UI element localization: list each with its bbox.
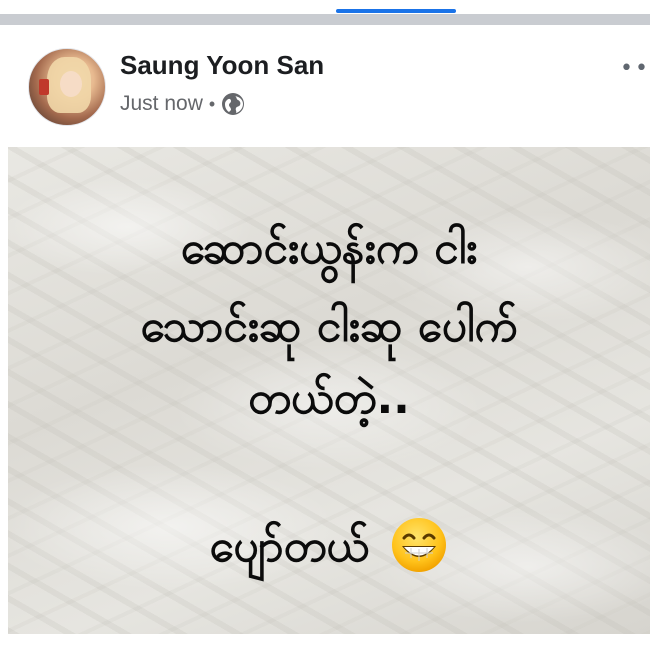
- post-text-line-4-text: ပျော်တယ်: [209, 521, 370, 572]
- avatar-phone: [39, 79, 49, 95]
- meta-separator: •: [208, 93, 216, 114]
- globe-icon[interactable]: [221, 92, 245, 116]
- post-meta: Just now •: [120, 92, 245, 116]
- avatar-face: [60, 71, 82, 97]
- post-text-line-4: ပျော်တယ်: [8, 518, 650, 583]
- post-text-line-3: တယ်တဲ့..: [248, 373, 410, 424]
- tab-bar: [0, 0, 650, 26]
- post-text-line-1: ဆောင်းယွန်းက ငါး: [180, 223, 478, 274]
- feed-post: Saung Yoon San Just now • ••• ဆောင်းယွန်…: [0, 26, 650, 650]
- author-name[interactable]: Saung Yoon San: [120, 50, 324, 81]
- author-avatar[interactable]: [28, 48, 106, 126]
- more-options-icon[interactable]: •••: [620, 56, 650, 81]
- post-text-line-2: သောင်းဆု ငါးဆု ပေါက်: [140, 301, 518, 352]
- post-image[interactable]: ဆောင်းယွန်းက ငါး သောင်းဆု ငါးဆု ပေါက် တယ…: [8, 147, 650, 634]
- post-timestamp[interactable]: Just now: [120, 92, 203, 116]
- tab-divider: [0, 14, 650, 25]
- grinning-face-with-smiling-eyes-icon: [392, 518, 447, 572]
- active-tab-indicator: [336, 9, 456, 13]
